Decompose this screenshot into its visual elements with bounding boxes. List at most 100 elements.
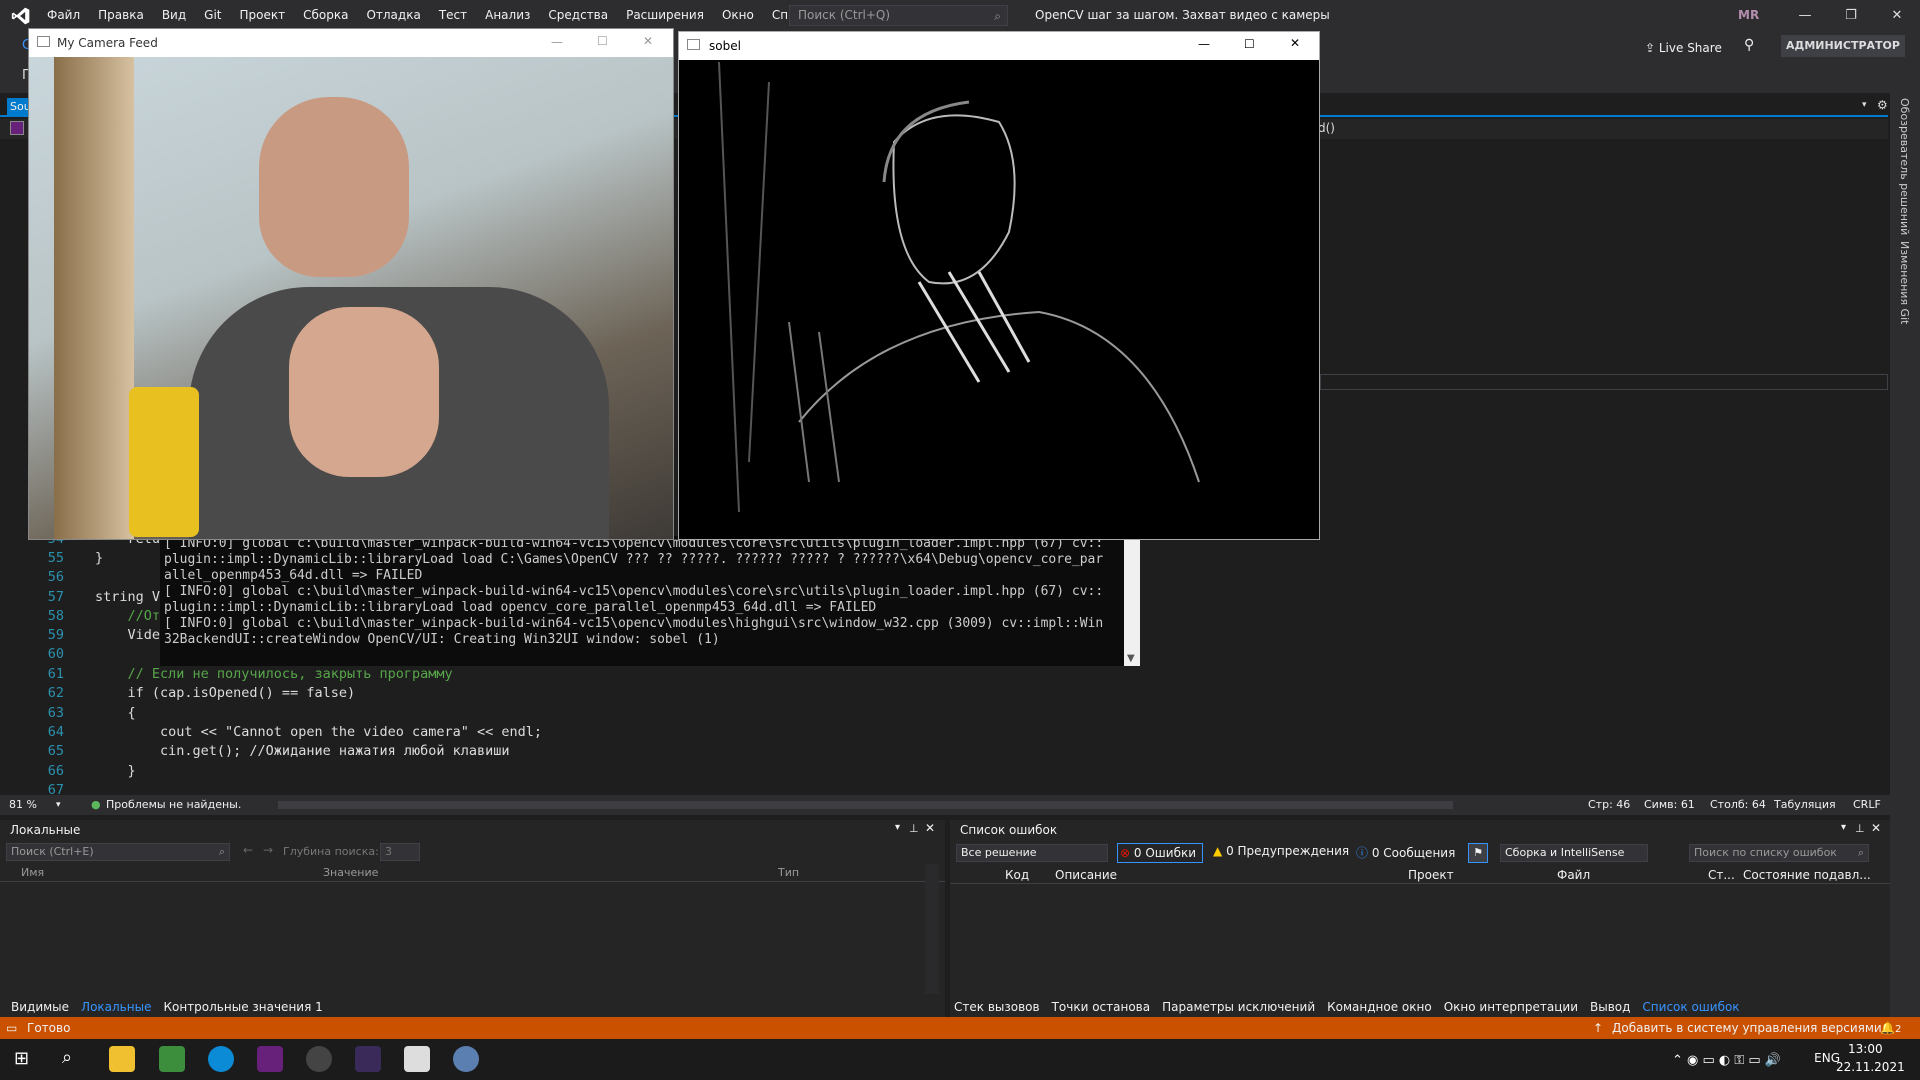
camera-feed-window[interactable]: My Camera Feed — ☐ ✕ (28, 28, 674, 540)
scope-select[interactable]: Все решение (956, 844, 1108, 862)
obs-icon[interactable] (306, 1046, 332, 1072)
panel-close-icon[interactable]: ✕ (1871, 821, 1881, 835)
column-name[interactable]: Имя (21, 866, 44, 879)
menu-file[interactable]: Файл (38, 0, 89, 31)
git-changes-tab[interactable]: Изменения Git (1898, 241, 1911, 324)
menu-edit[interactable]: Правка (89, 0, 153, 31)
live-share-button[interactable]: ⇪ Live Share (1645, 37, 1722, 59)
tab-call-stack[interactable]: Стек вызовов (954, 1000, 1040, 1014)
notifications-icon[interactable]: 🔔2 (1880, 1017, 1901, 1041)
tab-watch[interactable]: Контрольные значения 1 (163, 1000, 322, 1014)
build-source-select[interactable]: Сборка и IntelliSense (1500, 844, 1648, 862)
panel-dropdown-icon[interactable]: ▾ (1841, 822, 1846, 833)
visual-studio-taskbar-icon[interactable] (257, 1046, 283, 1072)
opencv-app-icon[interactable] (453, 1046, 479, 1072)
console-scrollbar[interactable]: ▼ (1124, 536, 1140, 666)
issues-status[interactable]: Проблемы не найдены. (106, 795, 241, 815)
minimize-button[interactable]: — (1782, 0, 1828, 31)
menu-extensions[interactable]: Расширения (617, 0, 713, 31)
clock-date[interactable]: 22.11.2021 (1836, 1060, 1905, 1074)
menu-git[interactable]: Git (195, 0, 230, 31)
column-line[interactable]: Ст... (1708, 868, 1735, 882)
pin-icon[interactable]: ⊥ (1855, 822, 1865, 835)
code-line[interactable]: 64 cout << "Cannot open the video camera… (0, 723, 1890, 742)
menu-window[interactable]: Окно (713, 0, 763, 31)
tabs-indicator[interactable]: Табуляция (1774, 795, 1836, 815)
file-explorer-icon[interactable] (109, 1046, 135, 1072)
horizontal-scrollbar[interactable] (278, 801, 1453, 809)
minimize-button[interactable]: — (1198, 37, 1210, 51)
panel-dropdown-icon[interactable]: ▾ (895, 822, 900, 833)
tab-command-window[interactable]: Командное окно (1327, 1000, 1432, 1014)
column-value[interactable]: Значение (323, 866, 378, 879)
menu-debug[interactable]: Отладка (357, 0, 429, 31)
notepad-plus-icon[interactable] (159, 1046, 185, 1072)
taskbar-search-icon[interactable]: ⌕ (62, 1047, 72, 1068)
column-project[interactable]: Проект (1408, 868, 1454, 882)
tab-error-list[interactable]: Список ошибок (1642, 1000, 1739, 1014)
tab-exceptions[interactable]: Параметры исключений (1162, 1000, 1315, 1014)
close-button[interactable]: ✕ (1874, 0, 1920, 31)
tab-locals[interactable]: Локальные (81, 1000, 151, 1014)
menu-test[interactable]: Тест (430, 0, 476, 31)
back-arrow-icon[interactable]: ← (243, 843, 253, 857)
zoom-dropdown-icon[interactable]: ▾ (56, 795, 61, 815)
user-avatar[interactable]: MR (1738, 6, 1763, 24)
locals-scrollbar[interactable] (925, 864, 939, 994)
forward-arrow-icon[interactable]: → (263, 843, 273, 857)
column-code[interactable]: Код (1005, 868, 1029, 882)
menu-view[interactable]: Вид (153, 0, 195, 31)
editor-highlight-line (1320, 374, 1888, 390)
terminal-icon[interactable] (355, 1046, 381, 1072)
search-input[interactable]: Поиск (Ctrl+Q) ⌕ (789, 5, 1008, 26)
maximize-button[interactable]: ☐ (1244, 37, 1255, 51)
panel-close-icon[interactable]: ✕ (925, 821, 935, 835)
clock-time[interactable]: 13:00 (1848, 1042, 1883, 1056)
feedback-icon[interactable]: ⚲ (1744, 37, 1754, 53)
column-type[interactable]: Тип (778, 866, 799, 879)
menu-analyze[interactable]: Анализ (476, 0, 539, 31)
restore-button[interactable]: ❐ (1828, 0, 1874, 31)
solution-explorer-tab[interactable]: Обозреватель решений (1898, 98, 1911, 235)
pin-icon[interactable]: ⊥ (909, 822, 919, 835)
menu-build[interactable]: Сборка (294, 0, 357, 31)
settings-gear-icon[interactable]: ⚙ (1877, 98, 1888, 112)
errors-filter-button[interactable]: ⊗ 0 Ошибки (1117, 843, 1203, 863)
minimize-button[interactable]: — (551, 35, 563, 49)
code-line[interactable]: 66 } (0, 762, 1890, 781)
menu-tools[interactable]: Средства (539, 0, 617, 31)
tab-breakpoints[interactable]: Точки останова (1052, 1000, 1151, 1014)
close-button[interactable]: ✕ (1290, 36, 1300, 50)
zoom-level[interactable]: 81 % (9, 795, 37, 815)
tab-output[interactable]: Вывод (1590, 1000, 1630, 1014)
close-button[interactable]: ✕ (643, 34, 653, 48)
build-filter-icon[interactable]: ⚑ (1468, 843, 1488, 863)
warnings-filter-button[interactable]: ▲ 0 Предупреждения (1213, 844, 1349, 858)
code-line[interactable]: 62 if (cap.isOpened() == false) (0, 684, 1890, 703)
menu-project[interactable]: Проект (231, 0, 295, 31)
messages-filter-button[interactable]: ⓘ 0 Сообщения (1356, 844, 1455, 861)
error-search-input[interactable]: Поиск по списку ошибок ⌕ (1689, 844, 1869, 862)
windows-start-icon[interactable]: ⊞ (14, 1048, 29, 1069)
member-dropdown[interactable]: d() (1318, 121, 1335, 135)
console-output[interactable]: [ INFO:0] global c:\build\master_winpack… (160, 536, 1140, 666)
code-line[interactable]: 65 cin.get(); //Ожидание нажатия любой к… (0, 742, 1890, 761)
tray-icons[interactable]: ⌃ ◉ ▭ ◐ ⚿ ▭ 🔊 (1672, 1053, 1781, 1068)
tab-dropdown-icon[interactable]: ▾ (1862, 100, 1867, 110)
tab-immediate[interactable]: Окно интерпретации (1444, 1000, 1578, 1014)
add-to-source-control[interactable]: Добавить в систему управления версиями (1612, 1017, 1882, 1039)
tab-autos[interactable]: Видимые (11, 1000, 69, 1014)
search-depth-select[interactable]: 3 (380, 843, 420, 861)
code-line[interactable]: 61 // Если не получилось, закрыть програ… (0, 665, 1890, 684)
maximize-button[interactable]: ☐ (597, 34, 608, 48)
column-suppression[interactable]: Состояние подавл... (1743, 868, 1871, 882)
scroll-down-icon[interactable]: ▼ (1127, 653, 1135, 664)
eol-indicator[interactable]: CRLF (1853, 795, 1881, 815)
column-description[interactable]: Описание (1055, 868, 1117, 882)
code-line[interactable]: 63 { (0, 704, 1890, 723)
locals-search-input[interactable]: Поиск (Ctrl+E) ⌕ (6, 843, 230, 861)
edge-icon[interactable] (208, 1046, 234, 1072)
console-window-icon[interactable] (404, 1046, 430, 1072)
column-file[interactable]: Файл (1557, 868, 1590, 882)
sobel-window[interactable]: sobel — ☐ ✕ (678, 31, 1320, 540)
